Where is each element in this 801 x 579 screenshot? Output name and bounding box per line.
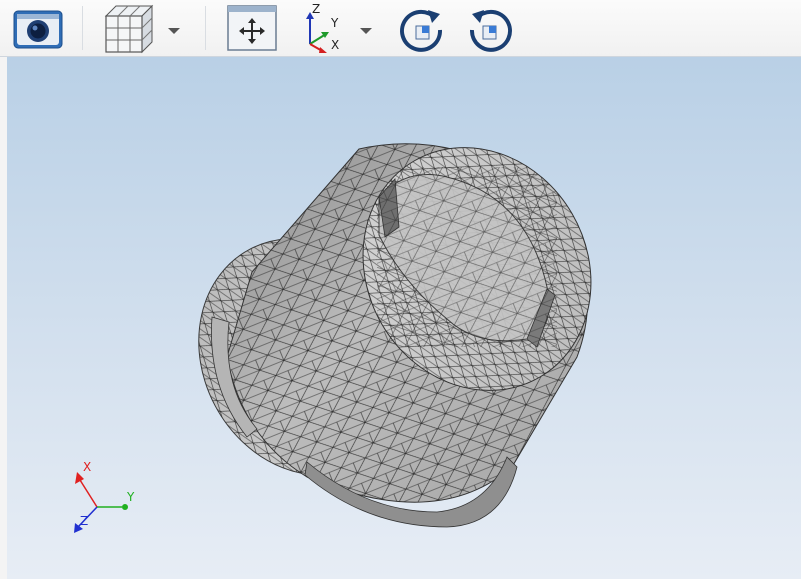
toolbar-separator <box>205 6 206 50</box>
chevron-down-icon <box>168 28 180 34</box>
toolbar: Z Y X <box>0 0 801 57</box>
axes-icon: Z Y X <box>306 2 339 53</box>
display-mode-dropdown[interactable] <box>167 21 181 34</box>
axes-icon-y-label: Y <box>330 16 339 30</box>
fit-all-icon <box>227 5 277 51</box>
orientation-triad: X Y Z <box>74 460 135 533</box>
toolbar-separator <box>82 6 83 50</box>
view-orientation-button[interactable]: Z Y X <box>300 2 350 54</box>
rotate-cw-button[interactable] <box>394 2 450 54</box>
display-mode-button[interactable] <box>98 2 158 54</box>
view-orientation-dropdown[interactable] <box>359 21 373 34</box>
chevron-down-icon <box>360 28 372 34</box>
rotate-counterclockwise-icon <box>469 9 512 52</box>
rotate-clockwise-icon <box>400 9 443 52</box>
fit-all-button[interactable] <box>222 2 282 54</box>
triad-y-label: Y <box>126 490 135 504</box>
axes-icon-z-label: Z <box>312 2 320 16</box>
screenshot-button[interactable] <box>8 2 68 54</box>
axes-icon-x-label: X <box>331 38 339 52</box>
mesh-model: X Y Z <box>74 127 617 533</box>
3d-viewport[interactable]: X Y Z <box>7 57 801 579</box>
triad-z-label: Z <box>80 514 88 528</box>
camera-icon <box>13 10 63 49</box>
viewport-left-border <box>0 57 7 579</box>
wireframe-cube-icon <box>104 4 154 54</box>
rotate-ccw-button[interactable] <box>462 2 518 54</box>
triad-x-label: X <box>83 460 91 474</box>
